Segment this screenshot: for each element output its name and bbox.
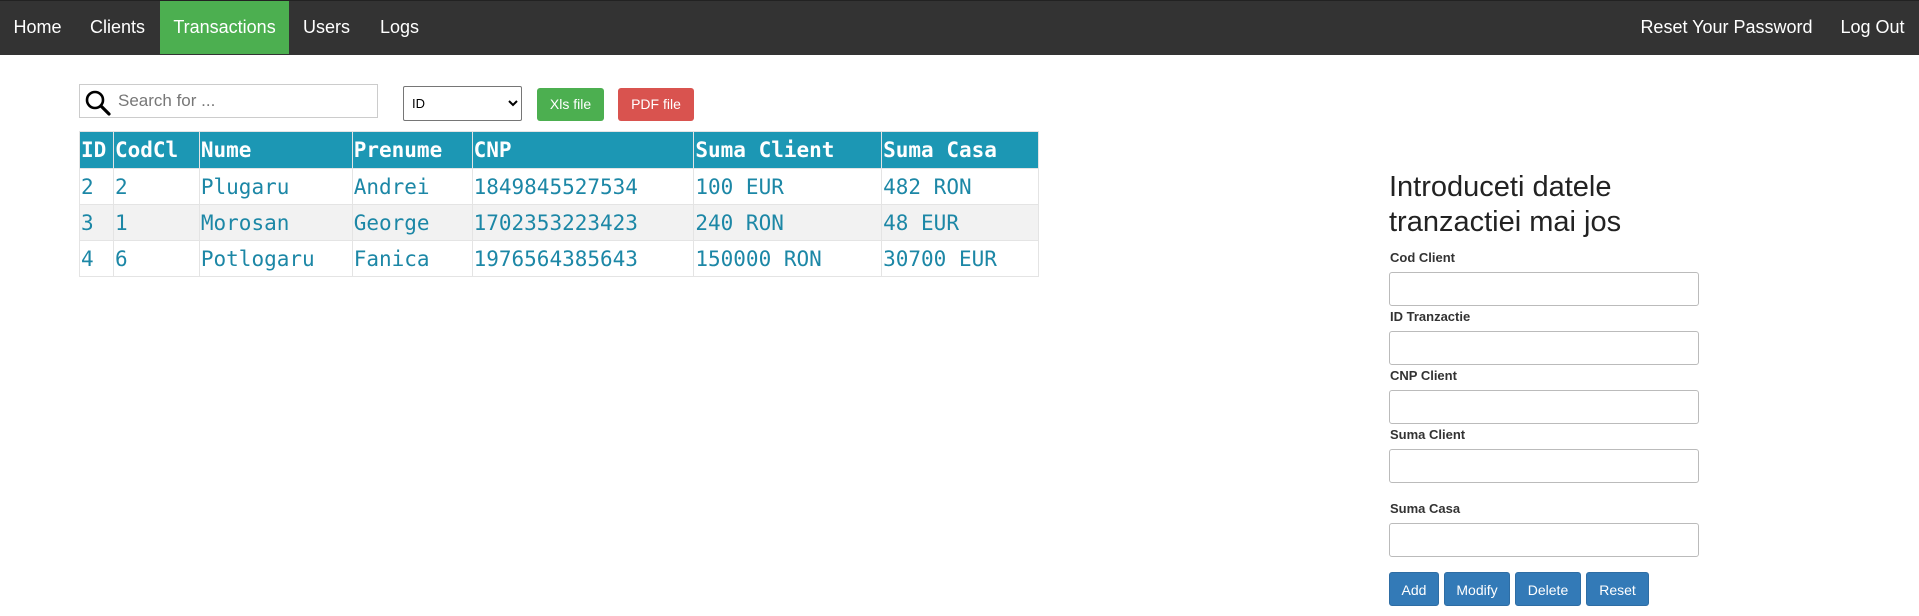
export-pdf-button[interactable]: PDF file <box>618 88 694 121</box>
table-cell: 3 <box>79 204 114 241</box>
column-header[interactable]: CNP <box>471 131 695 169</box>
nav-logout[interactable]: Log Out <box>1826 1 1919 54</box>
table-cell: 150000 RON <box>693 240 883 277</box>
table-cell: 240 RON <box>693 204 883 241</box>
nav-logs[interactable]: Logs <box>364 1 435 54</box>
reset-button[interactable]: Reset <box>1586 572 1649 606</box>
cod-client-input[interactable] <box>1389 272 1699 306</box>
field-label-id-tranzactie: ID Tranzactie <box>1390 309 1471 324</box>
table-cell: Plugaru <box>198 168 353 205</box>
field-label-suma-client: Suma Client <box>1390 427 1466 442</box>
table-row[interactable]: 2 2 Plugaru Andrei 1849845527534 100 EUR… <box>79 168 1039 205</box>
table-cell: 100 EUR <box>693 168 883 205</box>
search-icon <box>83 89 113 117</box>
table-cell: Fanica <box>351 240 473 277</box>
table-cell: 482 RON <box>881 168 1039 205</box>
filter-column-select[interactable]: ID <box>403 86 522 121</box>
table-cell: 1849845527534 <box>471 168 695 205</box>
table-cell: 1976564385643 <box>471 240 695 277</box>
table-cell: Andrei <box>351 168 473 205</box>
column-header[interactable]: Suma Client <box>693 131 883 169</box>
table-cell: 2 <box>79 168 114 205</box>
table-cell: George <box>351 204 473 241</box>
search-input[interactable] <box>118 86 373 116</box>
suma-client-input[interactable] <box>1389 449 1699 483</box>
table-cell: 30700 EUR <box>881 240 1039 277</box>
modify-button[interactable]: Modify <box>1444 572 1510 606</box>
table-row[interactable]: 4 6 Potlogaru Fanica 1976564385643 15000… <box>79 240 1039 277</box>
export-xls-button[interactable]: Xls file <box>537 88 604 121</box>
delete-button[interactable]: Delete <box>1515 572 1581 606</box>
nav-transactions[interactable]: Transactions <box>160 1 289 54</box>
column-header[interactable]: Suma Casa <box>881 131 1039 169</box>
table-header-row: ID CodCl Nume Prenume CNP Suma Client Su… <box>79 131 1039 169</box>
nav-clients[interactable]: Clients <box>75 1 160 54</box>
field-label-cnp-client: CNP Client <box>1390 368 1457 383</box>
add-button[interactable]: Add <box>1389 572 1439 606</box>
table-cell: 48 EUR <box>881 204 1039 241</box>
table-cell: 2 <box>112 168 200 205</box>
cnp-client-input[interactable] <box>1389 390 1699 424</box>
suma-casa-input[interactable] <box>1389 523 1699 557</box>
id-tranzactie-input[interactable] <box>1389 331 1699 365</box>
field-label-cod-client: Cod Client <box>1390 250 1455 265</box>
table-cell: 1702353223423 <box>471 204 695 241</box>
table-cell: 1 <box>112 204 200 241</box>
column-header[interactable]: CodCl <box>112 131 200 169</box>
column-header[interactable]: Nume <box>198 131 353 169</box>
form-title: Introduceti datele tranzactiei mai jos <box>1389 171 1622 238</box>
top-navbar: Home Clients Transactions Users Logs Res… <box>0 0 1919 55</box>
table-cell: Morosan <box>198 204 353 241</box>
table-cell: 4 <box>79 240 114 277</box>
search-box <box>79 84 378 118</box>
table-cell: 6 <box>112 240 200 277</box>
field-label-suma-casa: Suma Casa <box>1390 501 1461 516</box>
column-header[interactable]: ID <box>79 131 114 169</box>
transactions-table: ID CodCl Nume Prenume CNP Suma Client Su… <box>79 131 1039 277</box>
nav-home[interactable]: Home <box>0 1 75 54</box>
column-header[interactable]: Prenume <box>351 131 473 169</box>
nav-reset-password[interactable]: Reset Your Password <box>1628 1 1825 54</box>
nav-users[interactable]: Users <box>289 1 364 54</box>
table-cell: Potlogaru <box>198 240 353 277</box>
table-row[interactable]: 3 1 Morosan George 1702353223423 240 RON… <box>79 204 1039 241</box>
